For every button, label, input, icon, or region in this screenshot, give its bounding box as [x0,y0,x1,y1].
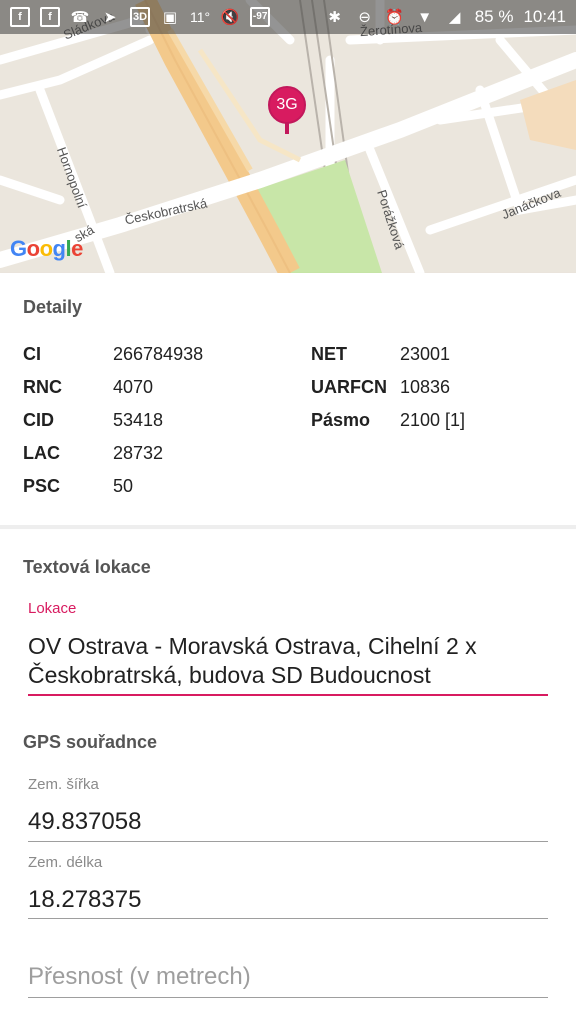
accuracy-input[interactable]: Přesnost (v metrech) [28,963,251,991]
bluetooth-icon: ✱ [328,8,341,26]
do-not-disturb-icon: ⊖ [358,8,371,26]
detail-value: 50 [113,476,134,496]
detail-value: 23001 [400,344,451,364]
detail-value: 53418 [113,410,164,430]
detail-row: LAC 28732 [23,437,203,470]
accuracy-input-underline [28,997,548,998]
cell-tower-pin[interactable]: 3G [268,86,308,134]
details-left-column: CI 266784938 RNC 4070 CID 53418 LAC 28732 PS… [23,338,203,503]
location-field-label: Lokace [28,600,77,617]
detail-value: 266784938 [113,344,204,364]
section-divider [0,525,576,529]
pin-label: 3G [268,86,306,124]
mute-icon: 🔇 [220,8,240,26]
detail-row: PSC 50 [23,470,203,503]
latitude-field-label: Zem. šířka [28,776,99,793]
detail-key: RNC [23,377,62,397]
image-icon: ▣ [162,8,178,26]
pin-stem [285,122,289,134]
status-bar-left: f f ☎ ➤ 3D ▣ 11° 🔇 -97 [10,7,271,27]
longitude-input-underline [28,918,548,919]
detail-value: 10836 [400,377,451,397]
longitude-field-label: Zem. délka [28,854,103,871]
alarm-icon: ⏰ [385,8,405,26]
detail-key: UARFCN [311,377,387,397]
facebook-icon: f [10,7,30,27]
gps-title: GPS souřadnce [23,732,158,752]
temperature-text: 11° [190,9,211,25]
detail-row: RNC 4070 [23,371,203,404]
signal-strength-badge: -97 [250,7,271,27]
battery-text: 85 % [474,7,514,26]
status-bar-right: ✱ ⊖ ⏰ ▼ ◢ 85 % 10:41 [325,7,566,27]
detail-value: 28732 [113,443,164,463]
map-view[interactable]: Sládkova Žerotínova Hornopolní Českobrat… [0,0,576,273]
detail-value: 4070 [113,377,154,397]
detail-row: UARFCN 10836 [311,371,465,404]
detail-row: NET 23001 [311,338,465,371]
details-card: Detaily CI 266784938 RNC 4070 CID 53418 LAC… [0,273,576,525]
details-right-column: NET 23001 UARFCN 10836 Pásmo 2100 [1] [311,338,465,437]
detail-row: CI 266784938 [23,338,203,371]
clock-text: 10:41 [523,7,566,26]
3d-icon: 3D [130,7,150,27]
longitude-input[interactable]: 18.278375 [28,886,141,914]
cell-signal-icon: ◢ [448,8,461,26]
telegram-icon: ➤ [103,8,117,26]
location-value-line-2: Českobratrská, budova SD Budoucnost [28,662,431,688]
detail-row: Pásmo 2100 [1] [311,404,465,437]
detail-key: LAC [23,443,60,463]
wifi-icon: ▼ [417,8,433,26]
detail-key: NET [311,344,347,364]
whatsapp-icon: ☎ [70,8,90,26]
details-title: Detaily [23,297,83,317]
status-bar: f f ☎ ➤ 3D ▣ 11° 🔇 -97 ✱ ⊖ ⏰ ▼ ◢ 85 % 10… [0,0,576,34]
text-location-title: Textová lokace [23,557,151,577]
latitude-input-underline [28,841,548,842]
detail-value: 2100 [1] [400,410,466,430]
latitude-input[interactable]: 49.837058 [28,808,141,836]
facebook-icon: f [40,7,60,27]
detail-key: CI [23,344,41,364]
detail-row: CID 53418 [23,404,203,437]
detail-key: Pásmo [311,410,371,430]
google-logo: Google [10,236,83,261]
location-input-underline [28,694,548,696]
detail-key: PSC [23,476,61,496]
location-input[interactable]: OV Ostrava - Moravská Ostrava, Cihelní 2… [28,632,548,690]
detail-key: CID [23,410,54,430]
location-value-line-1: OV Ostrava - Moravská Ostrava, Cihelní 2… [28,633,477,659]
